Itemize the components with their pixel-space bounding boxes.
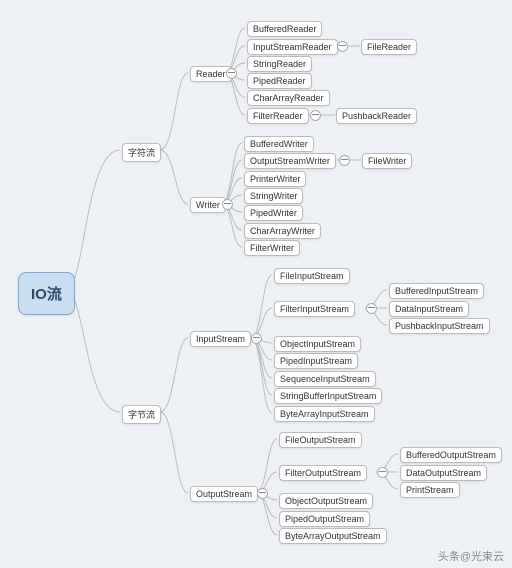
inputstreamreader-node[interactable]: InputStreamReader [247,39,338,55]
filereader-node[interactable]: FileReader [361,39,417,55]
objectinputstream-node[interactable]: ObjectInputStream [274,336,361,352]
bufferedinputstream-node[interactable]: BufferedInputStream [389,283,484,299]
pipedwriter-node[interactable]: PipedWriter [244,205,303,221]
expand-icon[interactable] [339,155,350,166]
expand-icon[interactable] [337,41,348,52]
watermark-text: 头条@光束云 [438,548,504,564]
stringreader-node[interactable]: StringReader [247,56,312,72]
bytearrayinputstream-node[interactable]: ByteArrayInputStream [274,406,375,422]
dataoutputstream-node[interactable]: DataOutputStream [400,465,487,481]
mindmap-canvas: IO流 字符流 字节流 Reader Writer InputStream Ou… [0,0,512,568]
expand-icon[interactable] [257,488,268,499]
filterreader-node[interactable]: FilterReader [247,108,309,124]
pushbackreader-node[interactable]: PushbackReader [336,108,417,124]
expand-icon[interactable] [222,199,233,210]
bytearrayoutputstream-node[interactable]: ByteArrayOutputStream [279,528,387,544]
pipedreader-node[interactable]: PipedReader [247,73,312,89]
expand-icon[interactable] [310,110,321,121]
datainputstream-node[interactable]: DataInputStream [389,301,469,317]
bufferedoutputstream-node[interactable]: BufferedOutputStream [400,447,502,463]
filterwriter-node[interactable]: FilterWriter [244,240,300,256]
bufferedwriter-node[interactable]: BufferedWriter [244,136,314,152]
pushbackinputstream-node[interactable]: PushbackInputStream [389,318,490,334]
sequenceinputstream-node[interactable]: SequenceInputStream [274,371,376,387]
writer-node[interactable]: Writer [190,197,226,213]
filterinputstream-node[interactable]: FilterInputStream [274,301,355,317]
char-stream-node[interactable]: 字符流 [122,143,161,162]
expand-icon[interactable] [366,303,377,314]
root-node[interactable]: IO流 [18,272,75,315]
chararrayreader-node[interactable]: CharArrayReader [247,90,330,106]
fileinputstream-node[interactable]: FileInputStream [274,268,350,284]
filteroutputstream-node[interactable]: FilterOutputStream [279,465,367,481]
printerwriter-node[interactable]: PrinterWriter [244,171,306,187]
objectoutputstream-node[interactable]: ObjectOutputStream [279,493,373,509]
inputstream-node[interactable]: InputStream [190,331,251,347]
byte-stream-node[interactable]: 字节流 [122,405,161,424]
pipedinputstream-node[interactable]: PipedInputStream [274,353,358,369]
outputstream-node[interactable]: OutputStream [190,486,258,502]
filewriter-node[interactable]: FileWriter [362,153,412,169]
stringbufferinputstream-node[interactable]: StringBufferInputStream [274,388,382,404]
fileoutputstream-node[interactable]: FileOutputStream [279,432,362,448]
expand-icon[interactable] [251,333,262,344]
buffered-reader-node[interactable]: BufferedReader [247,21,322,37]
printstream-node[interactable]: PrintStream [400,482,460,498]
pipedoutputstream-node[interactable]: PipedOutputStream [279,511,370,527]
expand-icon[interactable] [377,467,388,478]
chararraywriter-node[interactable]: CharArrayWriter [244,223,321,239]
expand-icon[interactable] [226,68,237,79]
outputstreamwriter-node[interactable]: OutputStreamWriter [244,153,336,169]
stringwriter-node[interactable]: StringWriter [244,188,303,204]
